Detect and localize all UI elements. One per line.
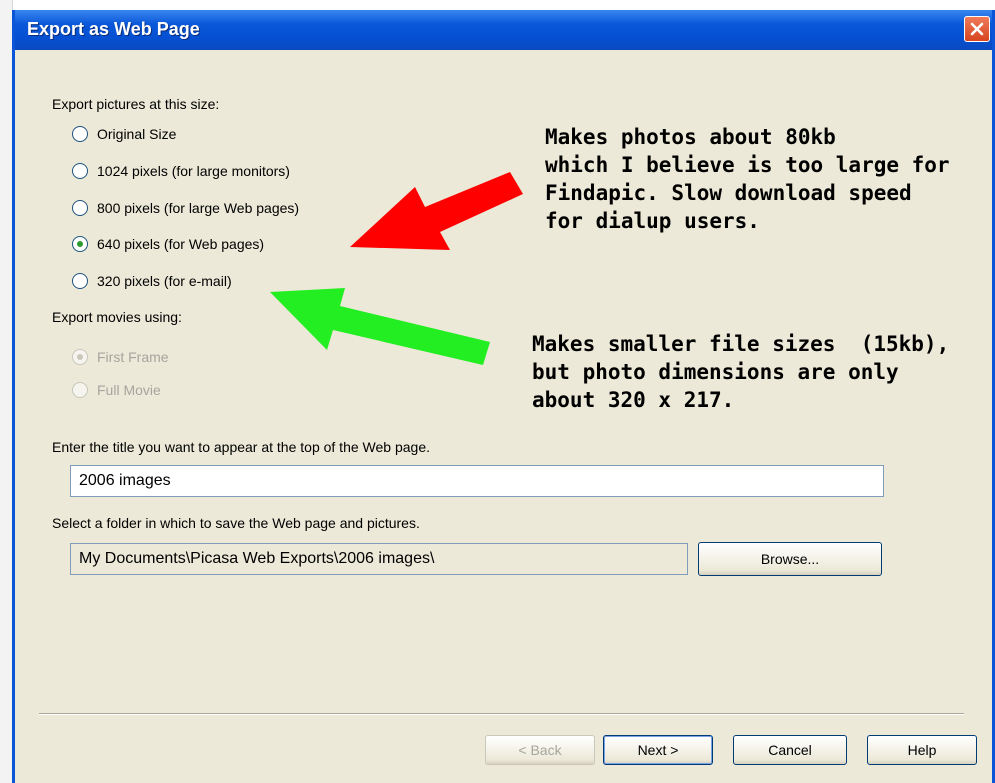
close-icon bbox=[970, 22, 984, 36]
radio-full-movie bbox=[72, 382, 88, 398]
next-button[interactable]: Next > bbox=[603, 735, 713, 765]
title-input[interactable]: 2006 images bbox=[70, 465, 884, 497]
radio-original-size[interactable] bbox=[72, 126, 88, 142]
radio-640-pixels[interactable] bbox=[72, 236, 88, 252]
cancel-button[interactable]: Cancel bbox=[733, 735, 847, 765]
radio-original-size-label[interactable]: Original Size bbox=[97, 126, 176, 142]
radio-640-pixels-label[interactable]: 640 pixels (for Web pages) bbox=[97, 236, 264, 252]
export-web-page-dialog: Export as Web Page Export pictures at th… bbox=[12, 10, 995, 783]
dialog-title: Export as Web Page bbox=[27, 19, 200, 39]
back-button[interactable]: < Back bbox=[485, 735, 595, 765]
radio-first-frame bbox=[72, 349, 88, 365]
size-section-label: Export pictures at this size: bbox=[52, 96, 220, 112]
green-arrow-note: Makes smaller file sizes (15kb), but pho… bbox=[532, 332, 950, 412]
red-arrow-annotation bbox=[350, 172, 523, 250]
red-arrow-note: Makes photos about 80kb which I believe … bbox=[545, 125, 950, 233]
folder-field-label: Select a folder in which to save the Web… bbox=[52, 515, 420, 531]
title-bar: Export as Web Page bbox=[15, 10, 992, 50]
browse-button[interactable]: Browse... bbox=[698, 542, 882, 576]
radio-320-pixels-label[interactable]: 320 pixels (for e-mail) bbox=[97, 273, 232, 289]
radio-320-pixels[interactable] bbox=[72, 273, 88, 289]
movie-section-label: Export movies using: bbox=[52, 309, 182, 325]
radio-full-movie-label: Full Movie bbox=[97, 382, 161, 398]
radio-1024-pixels-label[interactable]: 1024 pixels (for large monitors) bbox=[97, 163, 290, 179]
radio-first-frame-label: First Frame bbox=[97, 349, 169, 365]
footer-separator bbox=[39, 713, 964, 715]
green-arrow-annotation bbox=[270, 288, 490, 365]
close-button[interactable] bbox=[964, 16, 990, 42]
help-button[interactable]: Help bbox=[867, 735, 977, 765]
folder-path-input[interactable]: My Documents\Picasa Web Exports\2006 ima… bbox=[70, 543, 688, 575]
radio-800-pixels[interactable] bbox=[72, 200, 88, 216]
radio-1024-pixels[interactable] bbox=[72, 163, 88, 179]
radio-800-pixels-label[interactable]: 800 pixels (for large Web pages) bbox=[97, 200, 299, 216]
title-field-label: Enter the title you want to appear at th… bbox=[52, 439, 430, 455]
